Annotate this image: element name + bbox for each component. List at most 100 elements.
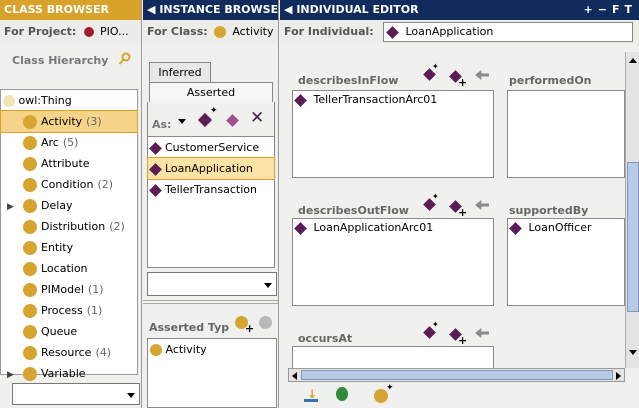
copy-instance-icon[interactable] <box>226 114 239 127</box>
individual-icon <box>149 183 162 197</box>
scroll-thumb[interactable] <box>627 162 639 312</box>
tab-inferred-label: Inferred <box>158 66 202 79</box>
sparkle-icon: ✦ <box>432 62 439 71</box>
search-icon[interactable] <box>118 52 132 66</box>
class-icon <box>23 325 37 339</box>
describes-in-flow-list: TellerTransactionArc01 <box>292 90 494 178</box>
vertical-scrollbar[interactable] <box>625 52 639 368</box>
individual-row: For Individual: LoanApplication <box>280 20 639 44</box>
instance-label: CustomerService <box>165 141 260 154</box>
combo-arrow-icon[interactable] <box>264 283 272 288</box>
instance-item[interactable]: TellerTransaction <box>148 179 274 200</box>
value-label: LoanOfficer <box>528 221 592 234</box>
tree-root[interactable]: owl:Thing <box>1 90 137 111</box>
sparkle-icon: ✦ <box>210 106 218 116</box>
tree-item[interactable]: Condition (2) <box>1 174 137 195</box>
horizontal-scrollbar[interactable] <box>288 368 625 382</box>
tab-inferred[interactable]: Inferred <box>149 62 211 82</box>
tree-item-label: Distribution <box>41 220 106 233</box>
collapse-arrow-icon[interactable]: ◀ <box>284 3 292 16</box>
tree-item-label: Process <box>41 304 83 317</box>
project-name: PIO... <box>100 25 129 38</box>
tree-item[interactable]: Process (1) <box>1 300 137 321</box>
tree-item[interactable]: ▶ Delay <box>1 195 137 216</box>
list-item[interactable]: TellerTransactionArc01 <box>293 91 493 109</box>
tree-item-label: Condition <box>41 178 94 191</box>
combo-arrow-icon[interactable] <box>127 393 135 398</box>
scroll-right-icon[interactable] <box>616 372 621 380</box>
splitter[interactable] <box>143 300 278 304</box>
scroll-down-icon[interactable] <box>629 350 637 355</box>
add-button[interactable]: + <box>584 3 598 16</box>
instance-items: CustomerService LoanApplication TellerTran… <box>147 137 275 200</box>
plus-icon: + <box>245 322 255 335</box>
thing-class-icon <box>3 95 15 107</box>
individual-field[interactable]: LoanApplication <box>383 22 633 42</box>
instance-toolbar: As: ✦ ✕ <box>147 102 275 136</box>
h-scroll-thumb[interactable] <box>301 370 613 380</box>
asserted-types-bar: Asserted Typ + <box>147 312 277 338</box>
project-icon <box>84 27 95 37</box>
delete-instance-icon[interactable]: ✕ <box>250 108 264 128</box>
instance-item[interactable]: LoanApplication <box>147 157 275 180</box>
instance-item[interactable]: CustomerService <box>148 137 274 158</box>
import-icon[interactable]: ↓ <box>304 388 318 402</box>
supported-by-list: LoanOfficer <box>507 218 625 306</box>
class-icon <box>214 26 227 38</box>
tab-asserted-label: Asserted <box>186 86 236 99</box>
tree-item-label: Delay <box>41 199 73 212</box>
list-item[interactable]: Activity <box>148 339 276 360</box>
tree-item[interactable]: Resource (4) <box>1 342 137 363</box>
class-icon <box>23 157 37 171</box>
title-buttons: +−FT <box>584 0 637 20</box>
tree-item[interactable]: ▶ Variable <box>1 363 137 384</box>
class-icon <box>23 115 37 129</box>
bug-icon[interactable] <box>336 387 348 401</box>
tree-item[interactable]: Queue <box>1 321 137 342</box>
list-item[interactable]: LoanApplicationArc01 <box>293 219 493 237</box>
tree-item-label: Attribute <box>41 157 90 170</box>
individual-name: LoanApplication <box>405 25 494 38</box>
instance-browser-header: ◀ INSTANCE BROWSER <box>143 0 278 20</box>
class-row: For Class: Activity <box>143 20 278 44</box>
remove-value-icon[interactable] <box>475 328 489 338</box>
list-item[interactable]: LoanOfficer <box>508 219 624 237</box>
editor-bottom-toolbar: ↓ ✦ <box>280 383 639 408</box>
tree-item[interactable]: Distribution (2) <box>1 216 137 237</box>
describes-out-flow-list: LoanApplicationArc01 <box>292 218 494 306</box>
t-button[interactable]: T <box>624 3 637 16</box>
class-filter-combo[interactable] <box>12 383 140 405</box>
tree-item[interactable]: Arc (5) <box>1 132 137 153</box>
tree-item[interactable]: Location <box>1 258 137 279</box>
expand-arrow-icon[interactable]: ▶ <box>3 197 23 218</box>
tree-item-label: Activity <box>41 115 83 128</box>
dropdown-arrow-icon[interactable] <box>178 119 186 124</box>
tree-item[interactable]: Attribute <box>1 153 137 174</box>
tree-item[interactable]: Entity <box>1 237 137 258</box>
individual-editor-header: ◀ INDIVIDUAL EDITOR +−FT <box>280 0 639 20</box>
class-tree: owl:Thing Activity (3) Arc (5) Attribute Cond… <box>0 89 138 381</box>
remove-value-icon[interactable] <box>475 200 489 210</box>
tree-item[interactable]: PIModel (1) <box>1 279 137 300</box>
remove-button[interactable]: − <box>598 3 612 16</box>
instance-browser-panel: ◀ INSTANCE BROWSER For Class: Activity I… <box>143 0 279 408</box>
describes-out-flow-label: describesOutFlow <box>298 204 409 217</box>
performed-on-label: performedOn <box>509 74 592 87</box>
class-browser-title: CLASS BROWSER <box>4 3 110 16</box>
remove-type-icon[interactable] <box>259 316 272 329</box>
f-button[interactable]: F <box>612 3 625 16</box>
tree-item-label: Entity <box>41 241 74 254</box>
remove-value-icon[interactable] <box>475 70 489 80</box>
tab-asserted[interactable]: Asserted <box>149 82 273 102</box>
toolbar-label: As: <box>152 118 172 131</box>
scroll-left-icon[interactable] <box>292 372 297 380</box>
tree-items: Activity (3) Arc (5) Attribute Condition (2) ▶ D… <box>0 110 138 384</box>
describes-in-flow-label: describesInFlow <box>298 74 399 87</box>
tree-item[interactable]: Activity (3) <box>0 110 138 133</box>
scroll-up-icon[interactable] <box>629 58 637 63</box>
instance-filter-combo[interactable] <box>147 272 277 296</box>
class-icon <box>150 344 162 356</box>
collapse-arrow-icon[interactable]: ◀ <box>147 3 155 16</box>
class-label: For Class: <box>147 25 208 38</box>
tree-item-label: Resource <box>41 346 92 359</box>
